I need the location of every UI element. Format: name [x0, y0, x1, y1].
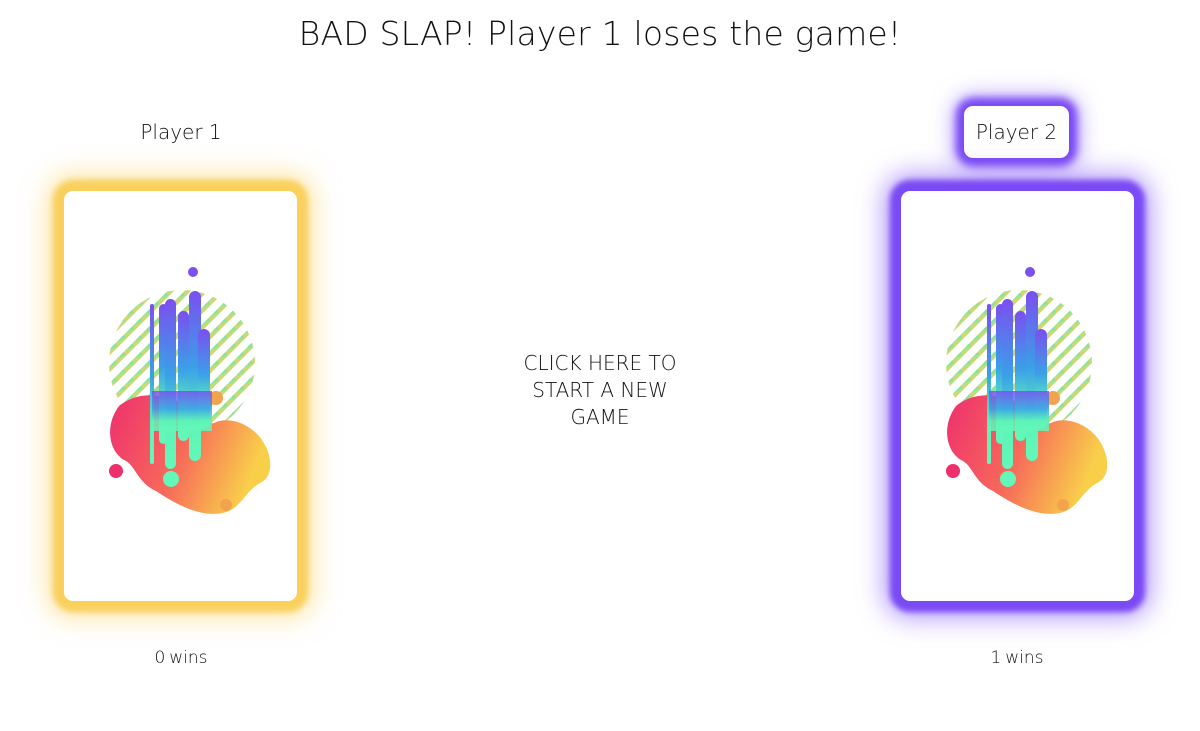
- player-2-wins: 1 wins: [957, 648, 1077, 668]
- game-message: BAD SLAP! Player 1 loses the game!: [298, 14, 902, 53]
- player-1-label: Player 1: [140, 120, 222, 144]
- card-back-splash-art: [64, 191, 297, 601]
- player-2-wins-label: wins: [1005, 648, 1044, 668]
- player-2-label: Player 2: [964, 106, 1069, 158]
- player-2-deck-card[interactable]: [901, 191, 1134, 601]
- new-game-button[interactable]: CLICK HERE TO START A NEW GAME: [500, 350, 700, 431]
- player-1-wins-count: 0: [154, 648, 166, 668]
- player-1-deck-card[interactable]: [64, 191, 297, 601]
- card-back-splash-art: [901, 191, 1134, 601]
- new-game-line-2: START A NEW: [532, 378, 668, 402]
- new-game-line-1: CLICK HERE TO: [523, 351, 677, 375]
- new-game-line-3: GAME: [570, 405, 630, 429]
- player-1-wins-label: wins: [169, 648, 208, 668]
- player-1-wins: 0 wins: [121, 648, 241, 668]
- player-2-wins-count: 1: [990, 648, 1002, 668]
